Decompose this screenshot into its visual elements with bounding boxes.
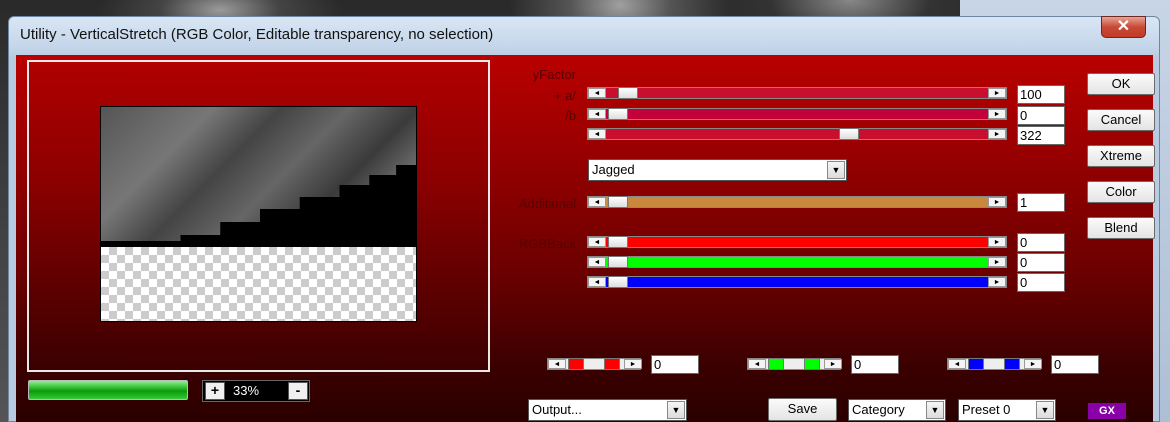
arrow-right-icon[interactable]: ►: [824, 359, 842, 369]
yfactor-thumb[interactable]: [618, 87, 638, 99]
arrow-left-icon[interactable]: ◄: [588, 237, 606, 247]
arrow-right-icon[interactable]: ►: [988, 197, 1006, 207]
arrow-right-icon[interactable]: ►: [624, 359, 642, 369]
arrow-left-icon[interactable]: ◄: [748, 359, 766, 369]
mini-green-input[interactable]: 0: [851, 355, 899, 374]
mode-value: Jagged: [592, 162, 635, 177]
zoom-out-button[interactable]: -: [288, 382, 308, 400]
additional-track[interactable]: [606, 197, 988, 207]
blend-button[interactable]: Blend: [1087, 217, 1155, 239]
additional-thumb[interactable]: [608, 196, 628, 208]
div-b-slider[interactable]: ◄ ►: [587, 128, 1007, 140]
arrow-left-icon[interactable]: ◄: [588, 257, 606, 267]
rgbback-blue-input[interactable]: 0: [1017, 273, 1065, 292]
mini-red-slider[interactable]: ◄ ►: [547, 358, 642, 370]
color-button[interactable]: Color: [1087, 181, 1155, 203]
preview-jagged-black: [101, 165, 416, 247]
mini-red-input[interactable]: 0: [651, 355, 699, 374]
chevron-down-icon[interactable]: ▼: [1036, 401, 1054, 419]
arrow-right-icon[interactable]: ►: [1024, 359, 1042, 369]
arrow-right-icon[interactable]: ►: [988, 257, 1006, 267]
window-title: Utility - VerticalStretch (RGB Color, Ed…: [20, 26, 494, 43]
additional-slider[interactable]: ◄ ►: [587, 196, 1007, 208]
yfactor-label: yFactor: [532, 67, 576, 82]
ok-button[interactable]: OK: [1087, 73, 1155, 95]
arrow-right-icon[interactable]: ►: [988, 237, 1006, 247]
rgbback-green-input[interactable]: 0: [1017, 253, 1065, 272]
arrow-right-icon[interactable]: ►: [988, 88, 1006, 98]
div-b-label: /b: [565, 108, 576, 123]
arrow-left-icon[interactable]: ◄: [588, 129, 606, 139]
cancel-button[interactable]: Cancel: [1087, 109, 1155, 131]
arrow-left-icon[interactable]: ◄: [588, 109, 606, 119]
output-value: Output...: [532, 402, 582, 417]
green-thumb[interactable]: [608, 256, 628, 268]
mini-blue-slider[interactable]: ◄ ►: [947, 358, 1042, 370]
mini-green-thumb-b[interactable]: [804, 358, 820, 370]
mini-red-thumb-b[interactable]: [604, 358, 620, 370]
mode-dropdown[interactable]: Jagged ▼: [588, 159, 847, 181]
arrow-left-icon[interactable]: ◄: [588, 88, 606, 98]
zoom-in-button[interactable]: +: [205, 382, 225, 400]
save-button[interactable]: Save: [768, 398, 837, 421]
additional-input[interactable]: 1: [1017, 193, 1065, 212]
plus-a-slider[interactable]: ◄ ►: [587, 108, 1007, 120]
chevron-down-icon[interactable]: ▼: [667, 401, 685, 419]
xtreme-button[interactable]: Xtreme: [1087, 145, 1155, 167]
div-b-thumb[interactable]: [839, 128, 859, 140]
mini-red-thumb-a[interactable]: [568, 358, 584, 370]
category-dropdown[interactable]: Category ▼: [848, 399, 946, 421]
category-value: Category: [852, 402, 905, 417]
transparent-checkerboard: [101, 247, 416, 321]
filter-logo: GX: [1088, 403, 1126, 419]
blue-thumb[interactable]: [608, 276, 628, 288]
arrow-right-icon[interactable]: ►: [988, 277, 1006, 287]
plus-a-input[interactable]: 0: [1017, 106, 1065, 125]
arrow-right-icon[interactable]: ►: [988, 129, 1006, 139]
arrow-left-icon[interactable]: ◄: [588, 197, 606, 207]
additional-label: Additional: [518, 196, 576, 211]
mini-blue-thumb-a[interactable]: [968, 358, 984, 370]
plus-a-label: + a/: [553, 88, 576, 103]
rgbback-green-slider[interactable]: ◄ ►: [587, 256, 1007, 268]
preview-image: [100, 106, 417, 322]
red-thumb[interactable]: [608, 236, 628, 248]
yfactor-input[interactable]: 100: [1017, 85, 1065, 104]
rgbback-label: RGBBack: [518, 236, 576, 251]
chevron-down-icon[interactable]: ▼: [926, 401, 944, 419]
preset-value: Preset 0: [962, 402, 1011, 417]
dialog-client: + 33% - yFactor ◄ ► 100 + a/ ◄ ► 0 /b ◄ …: [16, 55, 1155, 422]
mini-blue-thumb-b[interactable]: [1004, 358, 1020, 370]
rgbback-blue-slider[interactable]: ◄ ►: [587, 276, 1007, 288]
div-b-track[interactable]: [606, 129, 988, 139]
mini-blue-input[interactable]: 0: [1051, 355, 1099, 374]
rgbback-red-input[interactable]: 0: [1017, 233, 1065, 252]
mini-green-slider[interactable]: ◄ ►: [747, 358, 842, 370]
close-button[interactable]: ✕: [1101, 16, 1146, 38]
plus-a-track[interactable]: [606, 109, 988, 119]
chevron-down-icon[interactable]: ▼: [827, 161, 845, 179]
preset-dropdown[interactable]: Preset 0 ▼: [958, 399, 1056, 421]
yfactor-track[interactable]: [606, 88, 988, 98]
arrow-left-icon[interactable]: ◄: [948, 359, 966, 369]
output-dropdown[interactable]: Output... ▼: [528, 399, 687, 421]
arrow-left-icon[interactable]: ◄: [548, 359, 566, 369]
mini-green-thumb-a[interactable]: [768, 358, 784, 370]
green-track[interactable]: [606, 257, 988, 267]
plus-a-thumb[interactable]: [608, 108, 628, 120]
yfactor-slider[interactable]: ◄ ►: [587, 87, 1007, 99]
preview-panel[interactable]: [27, 60, 490, 372]
red-track[interactable]: [606, 237, 988, 247]
blue-track[interactable]: [606, 277, 988, 287]
rgbback-red-slider[interactable]: ◄ ►: [587, 236, 1007, 248]
div-b-input[interactable]: 322: [1017, 126, 1065, 145]
arrow-right-icon[interactable]: ►: [988, 109, 1006, 119]
arrow-left-icon[interactable]: ◄: [588, 277, 606, 287]
dialog-window: Utility - VerticalStretch (RGB Color, Ed…: [8, 16, 1160, 422]
progress-bar: [28, 380, 188, 400]
